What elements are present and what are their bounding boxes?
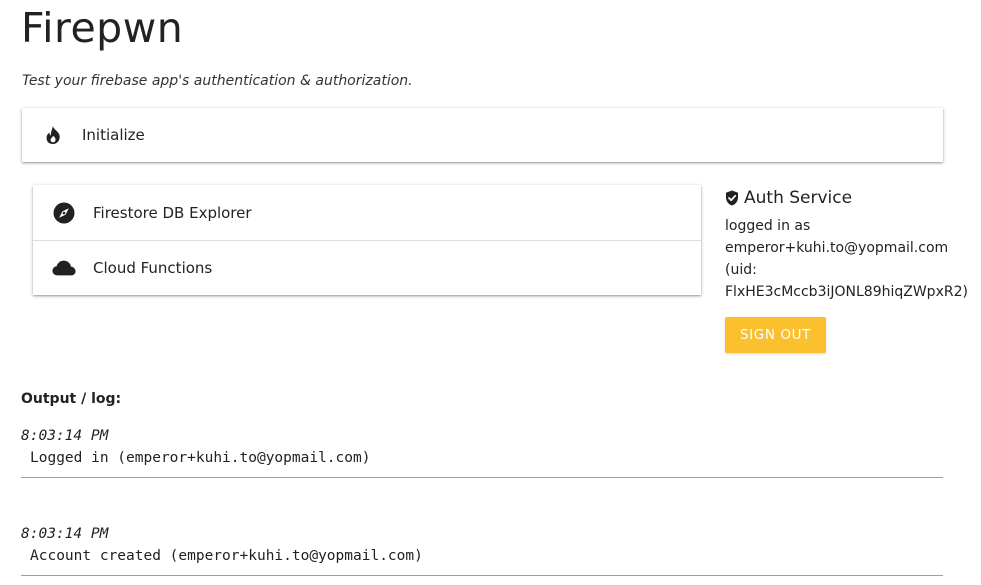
log-message: Account created (emperor+kuhi.to@yopmail… (30, 548, 423, 564)
log-message: Logged in (emperor+kuhi.to@yopmail.com) (30, 450, 371, 466)
shield-check-icon (725, 190, 739, 206)
page: Firepwn Test your firebase app's authent… (0, 0, 981, 585)
compass-icon (52, 201, 76, 225)
sign-out-button[interactable]: SIGN OUT (725, 317, 826, 353)
auth-status-line: logged in as (725, 218, 811, 234)
menu-item-cloud-functions[interactable]: Cloud Functions (33, 240, 701, 295)
auth-user-email: emperor+kuhi.to@yopmail.com (725, 240, 949, 256)
auth-title: Auth Service (744, 188, 853, 208)
flame-icon (41, 123, 65, 147)
menu-item-label: Cloud Functions (93, 259, 213, 277)
log-timestamp: 8:03:14 PM (21, 428, 109, 444)
app-title: Firepwn (21, 4, 184, 52)
auth-uid-value: FlxHE3cMccb3iJONL89hiqZWpxR2) (725, 284, 968, 300)
initialize-card: Initialize (22, 108, 943, 162)
tools-menu: Firestore DB Explorer Cloud Functions (33, 185, 701, 295)
app-subtitle: Test your firebase app's authentication … (22, 73, 413, 89)
auth-header: Auth Service (725, 186, 975, 210)
menu-item-firestore-db-explorer[interactable]: Firestore DB Explorer (33, 185, 701, 240)
log-entry: 8:03:14 PM Account created (emperor+kuhi… (21, 523, 943, 576)
output-log-label: Output / log: (21, 391, 122, 407)
initialize-label: Initialize (82, 126, 145, 144)
cloud-icon (52, 256, 76, 280)
auth-uid-label: (uid: (725, 262, 757, 278)
log-timestamp: 8:03:14 PM (21, 526, 109, 542)
auth-status: logged in as emperor+kuhi.to@yopmail.com… (725, 215, 975, 303)
menu-item-label: Firestore DB Explorer (93, 203, 252, 222)
auth-service-panel: Auth Service logged in as emperor+kuhi.t… (725, 186, 975, 303)
initialize-button[interactable]: Initialize (22, 108, 943, 162)
log-entry: 8:03:14 PM Logged in (emperor+kuhi.to@yo… (21, 425, 943, 478)
